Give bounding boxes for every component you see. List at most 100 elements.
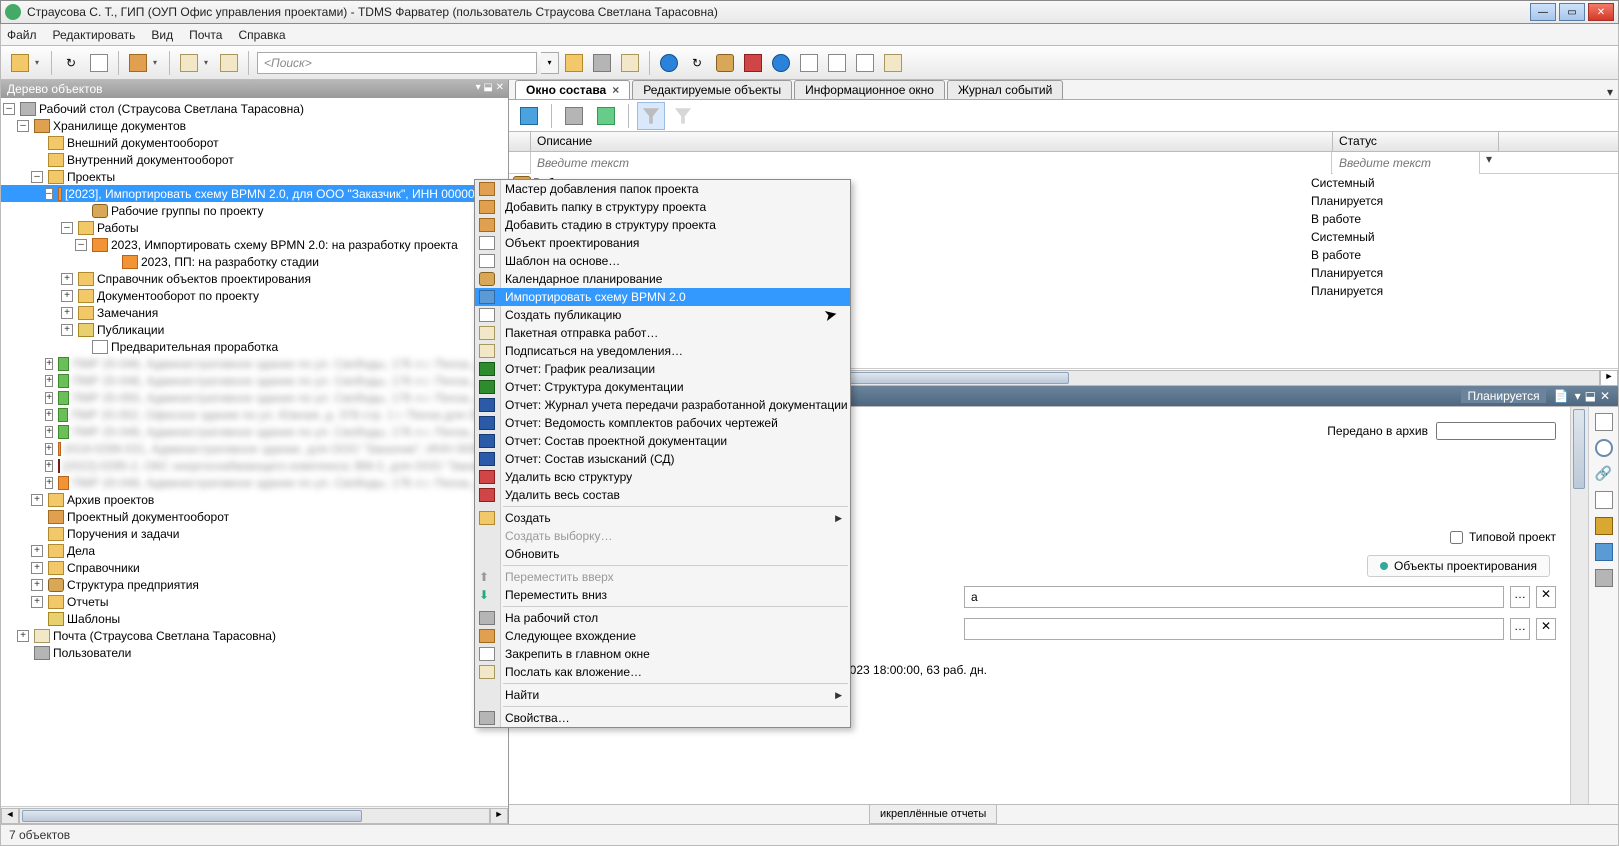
ctx-report-4[interactable]: Отчет: Ведомость комплектов рабочих черт… bbox=[475, 414, 850, 432]
ctx-pin-main[interactable]: Закрепить в главном окне bbox=[475, 645, 850, 663]
filter-button[interactable] bbox=[637, 102, 665, 130]
bottom-tab-reports[interactable]: икреплённые отчеты bbox=[869, 805, 997, 824]
mail-compose-button[interactable] bbox=[176, 50, 202, 76]
add-view-button[interactable] bbox=[592, 102, 620, 130]
tree-item-blurred[interactable]: ПМР 20-048, Административное здание по у… bbox=[72, 374, 508, 388]
tab-editable[interactable]: Редактируемые объекты bbox=[632, 80, 792, 99]
tree-item[interactable]: Пользователи bbox=[53, 646, 131, 660]
tree-item-storage[interactable]: Хранилище документов bbox=[53, 119, 186, 133]
tree-view-button[interactable] bbox=[560, 102, 588, 130]
filter-status-dropdown[interactable]: ▾ bbox=[1479, 152, 1497, 174]
tree-item[interactable]: Справочники bbox=[67, 561, 140, 575]
menu-mail[interactable]: Почта bbox=[189, 28, 222, 42]
side-list-icon[interactable] bbox=[1595, 491, 1613, 509]
find-mail-button[interactable] bbox=[617, 50, 643, 76]
find-user-button[interactable] bbox=[589, 50, 615, 76]
mail-send-button[interactable] bbox=[216, 50, 242, 76]
object-tree[interactable]: –Рабочий стол (Страусова Светлана Тарасо… bbox=[1, 98, 508, 806]
search-dropdown[interactable]: ▾ bbox=[541, 52, 559, 74]
expander-icon[interactable]: – bbox=[17, 120, 29, 132]
ctx-report-5[interactable]: Отчет: Состав проектной документации bbox=[475, 432, 850, 450]
panel-pin-icon[interactable]: ▾ ⬓ ✕ bbox=[476, 82, 504, 93]
panel-close-icon[interactable]: ✕ bbox=[1600, 389, 1610, 403]
minimize-button[interactable]: — bbox=[1530, 3, 1556, 21]
ctx-add-folder[interactable]: Добавить папку в структуру проекта bbox=[475, 198, 850, 216]
tree-item[interactable]: Архив проектов bbox=[67, 493, 154, 507]
tree-item[interactable]: Дела bbox=[67, 544, 95, 558]
filter-status-input[interactable] bbox=[1333, 152, 1479, 174]
expander-icon[interactable]: + bbox=[17, 630, 29, 642]
tree-item[interactable]: Внешний документооборот bbox=[67, 136, 219, 150]
panel-dropdown-icon[interactable]: ▾ bbox=[1575, 389, 1581, 403]
ctx-props[interactable]: Свойства… bbox=[475, 709, 850, 727]
ctx-refresh[interactable]: Обновить bbox=[475, 545, 850, 563]
filter-clear-button[interactable] bbox=[669, 102, 697, 130]
expander-icon[interactable]: – bbox=[61, 222, 73, 234]
expander-icon[interactable]: + bbox=[31, 562, 43, 574]
col-desc[interactable]: Описание bbox=[531, 132, 1333, 151]
ctx-add-stage[interactable]: Добавить стадию в структуру проекта bbox=[475, 216, 850, 234]
menu-help[interactable]: Справка bbox=[238, 28, 285, 42]
tree-item-desktop[interactable]: Рабочий стол (Страусова Светлана Тарасов… bbox=[39, 102, 304, 116]
tree-item-blurred[interactable]: ПМР 20-050, Административное здание по у… bbox=[72, 391, 508, 405]
detail-doc-icon[interactable]: 📄 bbox=[1554, 389, 1569, 403]
expander-icon[interactable]: – bbox=[45, 188, 53, 200]
ctx-to-desktop[interactable]: На рабочий стол bbox=[475, 609, 850, 627]
col-status[interactable]: Статус bbox=[1333, 132, 1499, 151]
ctx-batch-send[interactable]: Пакетная отправка работ… bbox=[475, 324, 850, 342]
field-2[interactable] bbox=[964, 618, 1504, 640]
expander-icon[interactable]: – bbox=[75, 239, 87, 251]
expander-icon[interactable]: + bbox=[61, 307, 73, 319]
ctx-report-3[interactable]: Отчет: Журнал учета передачи разработанн… bbox=[475, 396, 850, 414]
ctx-next-occur[interactable]: Следующее вхождение bbox=[475, 627, 850, 645]
field-1[interactable] bbox=[964, 586, 1504, 608]
tree-item-blurred[interactable]: ПМР 20-046, Административное здание по у… bbox=[72, 357, 508, 371]
ctx-report-6[interactable]: Отчет: Состав изысканий (СД) bbox=[475, 450, 850, 468]
tree-item[interactable]: 2023, ПП: на разработку стадии bbox=[141, 255, 319, 269]
panel-pin-icon[interactable]: ⬓ bbox=[1585, 389, 1596, 403]
tree-item[interactable]: Замечания bbox=[97, 306, 158, 320]
tab-close-icon[interactable]: × bbox=[612, 83, 619, 97]
ctx-import-bpmn[interactable]: Импортировать схему BPMN 2.0 bbox=[475, 288, 850, 306]
side-doc-icon[interactable] bbox=[1595, 413, 1613, 431]
tree-item-blurred[interactable]: ПМР 20-052, Офисное здание по ул. Южная,… bbox=[71, 408, 508, 422]
clear-button[interactable]: ✕ bbox=[1536, 618, 1556, 640]
open-button[interactable] bbox=[7, 50, 33, 76]
context-menu[interactable]: Мастер добавления папок проекта Добавить… bbox=[474, 179, 851, 728]
ctx-subscribe[interactable]: Подписаться на уведомления… bbox=[475, 342, 850, 360]
tree-item[interactable]: Шаблоны bbox=[67, 612, 120, 626]
archive-date-input[interactable] bbox=[1436, 422, 1556, 440]
side-link-icon[interactable]: 🔗 bbox=[1595, 465, 1613, 483]
doc-button[interactable] bbox=[824, 50, 850, 76]
ctx-create[interactable]: Создать▶ bbox=[475, 509, 850, 527]
side-edit-icon[interactable] bbox=[1595, 517, 1613, 535]
new-window-button[interactable] bbox=[86, 50, 112, 76]
search-input[interactable]: <Поиск> bbox=[257, 52, 537, 74]
expander-icon[interactable]: + bbox=[31, 596, 43, 608]
cancel-task-button[interactable] bbox=[740, 50, 766, 76]
form-v-scrollbar[interactable] bbox=[1570, 407, 1588, 804]
tree-item[interactable]: Внутренний документооборот bbox=[67, 153, 234, 167]
ctx-find[interactable]: Найти▶ bbox=[475, 686, 850, 704]
menu-file[interactable]: Файл bbox=[7, 28, 37, 42]
calendar-button[interactable] bbox=[852, 50, 878, 76]
add-button[interactable] bbox=[125, 50, 151, 76]
tree-item[interactable]: Документооборот по проекту bbox=[97, 289, 259, 303]
ctx-delete-content[interactable]: Удалить весь состав bbox=[475, 486, 850, 504]
picker-button[interactable]: … bbox=[1510, 618, 1530, 640]
users-button[interactable] bbox=[712, 50, 738, 76]
tabs-overflow-icon[interactable]: ▾ bbox=[1602, 85, 1618, 99]
tree-item[interactable]: Отчеты bbox=[67, 595, 108, 609]
tree-h-scrollbar[interactable]: ◄► bbox=[1, 806, 508, 824]
tree-item[interactable]: Рабочие группы по проекту bbox=[111, 204, 263, 218]
ctx-send-attach[interactable]: Послать как вложение… bbox=[475, 663, 850, 681]
ctx-create-pub[interactable]: Создать публикацию bbox=[475, 306, 850, 324]
home-button[interactable] bbox=[515, 102, 543, 130]
globe-button[interactable] bbox=[656, 50, 682, 76]
tree-item[interactable]: Работы bbox=[97, 221, 139, 235]
outbox-button[interactable] bbox=[880, 50, 906, 76]
open-dropdown[interactable]: ▾ bbox=[35, 58, 45, 67]
tree-item[interactable]: Проектный документооборот bbox=[67, 510, 229, 524]
info-button[interactable] bbox=[768, 50, 794, 76]
add-dropdown[interactable]: ▾ bbox=[153, 58, 163, 67]
